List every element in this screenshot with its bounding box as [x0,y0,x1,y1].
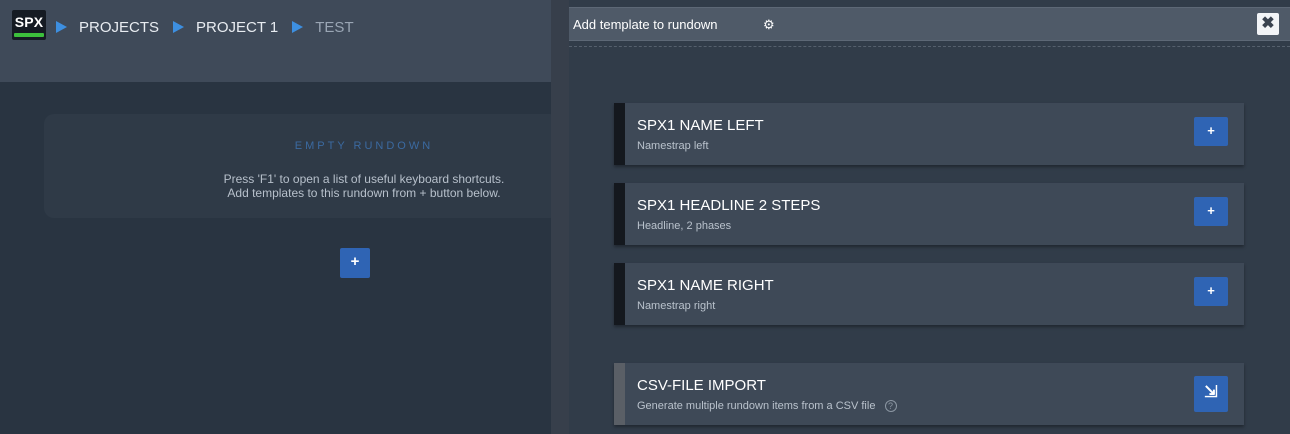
empty-rundown-help: Press 'F1' to open a list of useful keyb… [44,172,551,200]
csv-import-item: CSV-FILE IMPORT Generate multiple rundow… [614,363,1244,425]
top-bar: SPX PROJECTS PROJECT 1 TEST [0,0,551,82]
breadcrumb-arrow-icon [292,21,304,33]
empty-rundown-clip: EMPTY RUNDOWN Press 'F1' to open a list … [44,114,551,218]
breadcrumb-project[interactable]: PROJECT 1 [196,19,278,36]
panel-header: Add template to rundown ⚙ ✖ [569,7,1290,41]
logo-text: SPX [14,14,44,30]
help-line-1: Press 'F1' to open a list of useful keyb… [223,172,505,186]
add-item-button[interactable]: + [1194,197,1228,226]
template-subtitle: Namestrap left [637,140,709,152]
file-import-icon[interactable]: ⇲ [1194,376,1228,412]
add-template-panel: Add template to rundown ⚙ ✖ SPX1 NAME LE… [569,0,1290,434]
breadcrumb: PROJECTS PROJECT 1 TEST [56,17,368,37]
help-icon[interactable]: ? [884,400,897,413]
breadcrumb-arrow-icon [56,21,67,33]
rundown-panel: SPX PROJECTS PROJECT 1 TEST EMPTY RUNDOW… [0,0,560,434]
template-item: SPX1 NAME LEFT Namestrap left + [614,103,1244,165]
panel-divider[interactable] [551,0,569,434]
breadcrumb-projects[interactable]: PROJECTS [79,19,159,36]
template-item: SPX1 NAME RIGHT Namestrap right + [614,263,1244,325]
template-item: SPX1 HEADLINE 2 STEPS Headline, 2 phases… [614,183,1244,245]
logo-accent-bar [14,33,44,37]
close-icon[interactable]: ✖ [1257,13,1279,35]
csv-import-subtitle-row: Generate multiple rundown items from a C… [637,400,897,413]
gear-icon[interactable]: ⚙ [763,17,775,33]
csv-import-title: CSV-FILE IMPORT [637,377,766,394]
csv-import-subtitle: Generate multiple rundown items from a C… [637,400,876,412]
breadcrumb-arrow-icon [173,21,185,33]
template-title: SPX1 NAME RIGHT [637,277,774,294]
template-title: SPX1 NAME LEFT [637,117,764,134]
help-line-2: Add templates to this rundown from + but… [227,186,501,200]
spx-logo[interactable]: SPX [12,10,46,40]
template-title: SPX1 HEADLINE 2 STEPS [637,197,821,214]
template-subtitle: Namestrap right [637,300,716,312]
spx-app: SPX PROJECTS PROJECT 1 TEST EMPTY RUNDOW… [0,0,1290,434]
add-template-button[interactable]: + [340,248,370,278]
panel-title: Add template to rundown [573,17,718,32]
breadcrumb-rundown: TEST [315,18,354,36]
add-item-button[interactable]: + [1194,277,1228,306]
template-subtitle: Headline, 2 phases [637,220,732,232]
empty-rundown-message: EMPTY RUNDOWN Press 'F1' to open a list … [44,114,560,218]
empty-rundown-title: EMPTY RUNDOWN [294,140,434,152]
header-separator [569,46,1290,47]
add-item-button[interactable]: + [1194,117,1228,146]
